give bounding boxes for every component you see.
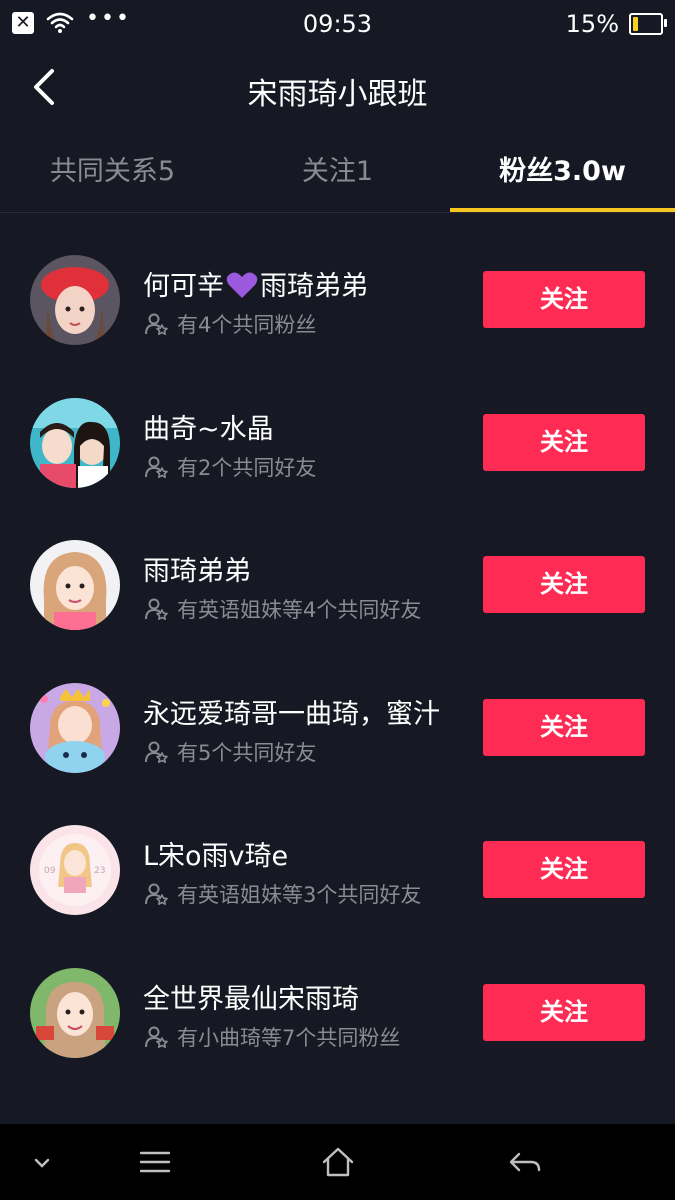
mutual-info: 有英语姐妹等4个共同好友 [145,594,421,624]
avatar[interactable] [30,682,120,773]
mutual-friends-icon [145,598,168,620]
follower-list: 何可辛 雨琦弟弟 有4个共同粉丝 关注 曲奇~水晶 有2个共同好友 关注 雨琦弟… [0,228,675,1083]
home-icon [322,1147,354,1177]
status-bar: ✕ ••• 09:53 15% ⚡ [0,0,675,50]
tab-mutual-relations[interactable]: 共同关系5 [0,140,225,212]
user-name[interactable]: L宋o雨v琦e [143,834,288,873]
menu-icon [139,1151,171,1173]
user-name-text: 何可辛 [143,271,224,302]
list-item[interactable]: 曲奇~水晶 有2个共同好友 关注 [0,371,675,514]
mutual-text: 有英语姐妹等4个共同好友 [177,598,422,622]
screen: ✕ ••• 09:53 15% ⚡ 宋雨琦小跟班 共同关系5 关注1 粉丝3.0… [0,0,675,1200]
follow-button[interactable]: 关注 [483,556,645,613]
list-item[interactable]: 何可辛 雨琦弟弟 有4个共同粉丝 关注 [0,228,675,371]
mutual-text: 有4个共同粉丝 [177,313,317,337]
home-button[interactable] [318,1142,358,1182]
mutual-info: 有2个共同好友 [145,452,316,482]
avatar[interactable] [30,255,120,345]
mutual-friends-icon [145,741,168,763]
list-item[interactable]: 09 23 L宋o雨v琦e 有英语姐妹等3个共同好友 关注 [0,798,675,941]
list-item[interactable]: 雨琦弟弟 有英语姐妹等4个共同好友 关注 [0,513,675,656]
battery-percent: 15% [565,10,619,38]
mutual-info: 有4个共同粉丝 [145,309,316,339]
follow-button[interactable]: 关注 [483,413,645,471]
purple-heart-icon [226,272,258,298]
svg-text:23: 23 [94,866,105,876]
tab-following[interactable]: 关注1 [225,140,450,212]
menu-button[interactable] [135,1142,175,1182]
svg-text:09: 09 [44,866,56,876]
header: 宋雨琦小跟班 [0,55,675,121]
mutual-friends-icon [145,456,168,478]
battery-icon: ⚡ [629,12,667,35]
tab-followers[interactable]: 粉丝3.0w [450,140,675,212]
follow-button[interactable]: 关注 [483,698,645,756]
system-back-button[interactable] [505,1142,545,1182]
mutual-text: 有小曲琦等7个共同粉丝 [177,1025,401,1050]
mutual-text: 有5个共同好友 [177,740,317,765]
tab-bar: 共同关系5 关注1 粉丝3.0w [0,140,675,213]
page-title: 宋雨琦小跟班 [247,77,428,112]
avatar[interactable] [30,397,120,488]
mutual-friends-icon [145,1026,168,1048]
mutual-text: 有2个共同好友 [177,455,317,480]
mutual-friends-icon [145,313,168,335]
follow-button[interactable]: 关注 [483,841,645,898]
active-tab-indicator [450,208,675,212]
back-icon [509,1152,541,1172]
status-right: 15% ⚡ [565,10,667,38]
user-name[interactable]: 雨琦弟弟 [143,549,251,588]
mutual-info: 有5个共同好友 [145,737,316,767]
collapse-icon [34,1158,50,1168]
follow-button[interactable]: 关注 [483,271,645,328]
avatar[interactable] [30,540,120,630]
charging-bolt-icon: ⚡ [640,12,652,31]
avatar[interactable]: 09 23 [30,825,120,915]
user-name[interactable]: 何可辛 雨琦弟弟 [143,264,368,303]
tab-followers-label: 粉丝3.0w [499,156,626,187]
avatar[interactable] [30,967,120,1058]
user-name[interactable]: 永远爱琦哥一曲琦，蜜汁 [143,692,440,731]
user-name[interactable]: 曲奇~水晶 [143,407,274,446]
list-item[interactable]: 全世界最仙宋雨琦 有小曲琦等7个共同粉丝 关注 [0,941,675,1084]
system-nav-bar [0,1124,675,1200]
mutual-info: 有英语姐妹等3个共同好友 [145,879,421,909]
mutual-info: 有小曲琦等7个共同粉丝 [145,1022,400,1052]
mutual-friends-icon [145,883,168,905]
list-item[interactable]: 永远爱琦哥一曲琦，蜜汁 有5个共同好友 关注 [0,656,675,799]
collapse-button[interactable] [22,1142,62,1182]
mutual-text: 有英语姐妹等3个共同好友 [177,883,422,907]
user-name[interactable]: 全世界最仙宋雨琦 [143,977,359,1016]
follow-button[interactable]: 关注 [483,983,645,1041]
user-name-suffix: 雨琦弟弟 [260,271,368,302]
